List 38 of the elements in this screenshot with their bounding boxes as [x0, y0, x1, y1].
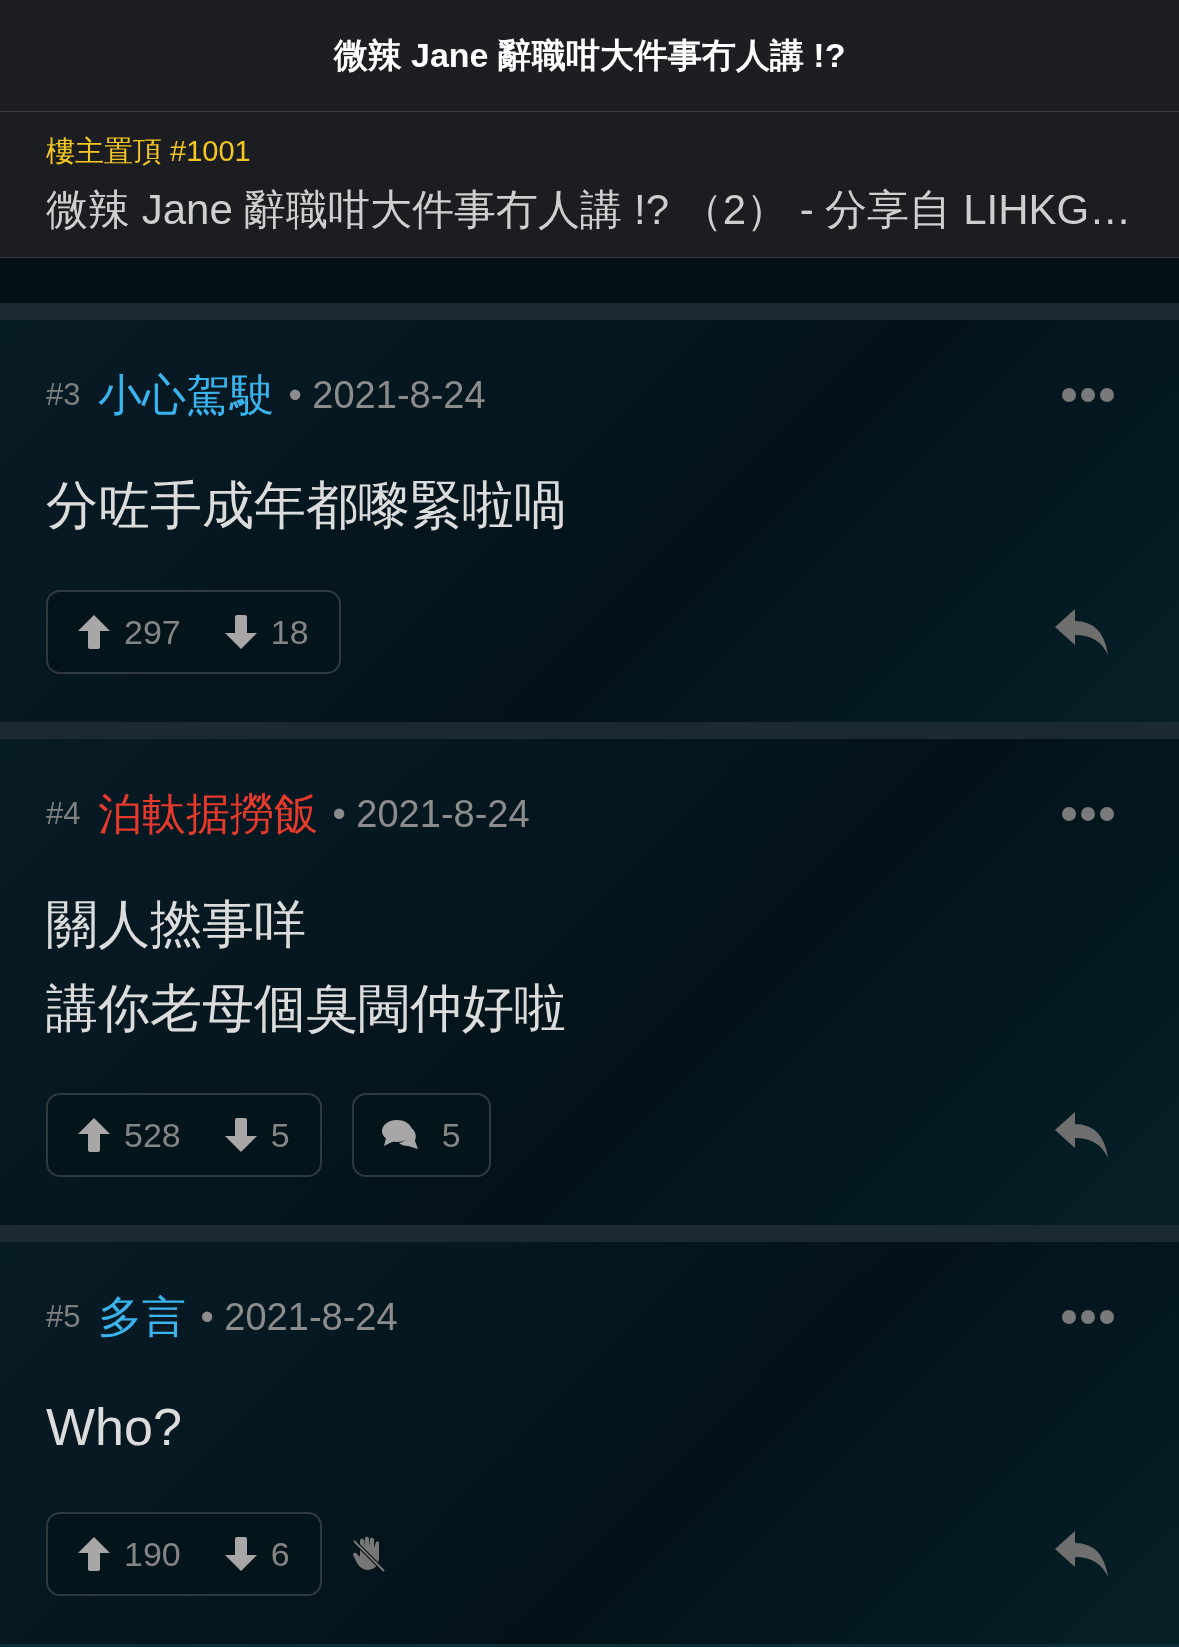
- post-number: #5: [46, 1299, 81, 1335]
- post-number: #4: [46, 796, 81, 832]
- post-number: #3: [46, 377, 81, 413]
- post-date: • 2021-8-24: [288, 373, 486, 417]
- pinned-post-bar[interactable]: 樓主置頂 #1001 微辣 Jane 辭職咁大件事冇人講 !? （2） - 分享自 LIHKG…: [0, 112, 1179, 258]
- up-arrow-icon: [78, 1118, 110, 1152]
- author-name[interactable]: 小心駕駛: [98, 365, 275, 425]
- upvote-button[interactable]: 297: [78, 612, 181, 652]
- pinned-label: 樓主置頂 #1001: [46, 134, 252, 169]
- more-icon[interactable]: [1061, 806, 1115, 822]
- more-icon[interactable]: [1061, 387, 1115, 403]
- post-date: • 2021-8-24: [332, 792, 530, 836]
- reply-icon[interactable]: [1055, 609, 1111, 655]
- author-name[interactable]: 泊軚据撈飯: [98, 784, 319, 844]
- post-date: • 2021-8-24: [200, 1295, 398, 1339]
- hand-slash-icon[interactable]: [351, 1535, 386, 1573]
- post-text: 講你老母個臭閪仲好啦: [46, 978, 567, 1039]
- pinned-text: 微辣 Jane 辭職咁大件事冇人講 !? （2） - 分享自 LIHKG…: [46, 185, 1133, 235]
- post-text: Who?: [46, 1397, 183, 1458]
- up-arrow-icon: [78, 615, 110, 649]
- speech-bubbles-icon: [381, 1119, 418, 1151]
- replies-button[interactable]: 5: [351, 1093, 491, 1177]
- downvote-button[interactable]: 6: [224, 1534, 290, 1574]
- up-arrow-icon: [78, 1537, 110, 1571]
- thread-title: 微辣 Jane 辭職咁大件事冇人講 !?: [333, 34, 846, 76]
- upvote-button[interactable]: 190: [78, 1534, 181, 1574]
- reply-icon[interactable]: [1055, 1112, 1111, 1158]
- reply-icon[interactable]: [1055, 1531, 1111, 1577]
- post-text: 關人撚事咩: [46, 894, 307, 955]
- downvote-button[interactable]: 18: [224, 612, 309, 652]
- down-arrow-icon: [224, 1118, 257, 1152]
- author-name[interactable]: 多言: [98, 1287, 187, 1347]
- more-icon[interactable]: [1061, 1309, 1115, 1325]
- upvote-button[interactable]: 528: [78, 1115, 181, 1155]
- down-arrow-icon: [224, 615, 257, 649]
- down-arrow-icon: [224, 1537, 257, 1571]
- post-text: 分咗手成年都嚟緊啦喎: [46, 475, 567, 536]
- downvote-button[interactable]: 5: [224, 1115, 290, 1155]
